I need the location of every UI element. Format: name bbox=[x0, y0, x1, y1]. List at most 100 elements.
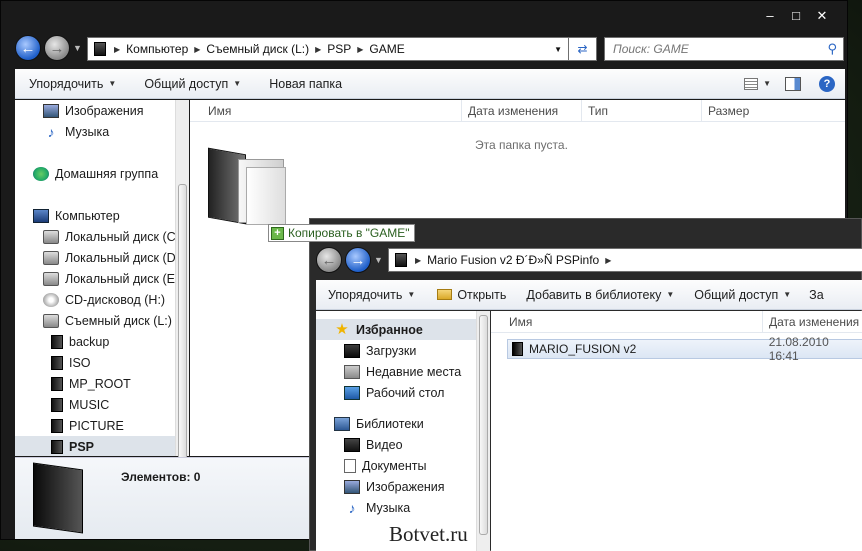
computer-icon bbox=[33, 208, 49, 223]
view-options-button[interactable]: ▼ bbox=[738, 77, 777, 90]
organize-menu[interactable]: Упорядочить ▼ bbox=[316, 288, 427, 302]
column-name[interactable]: Имя bbox=[190, 100, 462, 122]
breadcrumb-game[interactable]: GAME bbox=[369, 42, 404, 56]
nav-item-label: Музыка bbox=[65, 124, 110, 139]
navigation-scrollbar[interactable] bbox=[476, 311, 490, 551]
chevron-down-icon: ▼ bbox=[763, 79, 771, 88]
help-button[interactable]: ? bbox=[809, 75, 845, 92]
column-name[interactable]: Имя bbox=[491, 311, 763, 333]
minimize-button[interactable]: – bbox=[759, 9, 781, 25]
nav-item-локальный-диск-e-[interactable]: Локальный диск (E:) bbox=[15, 268, 175, 289]
nav-item-label: Компьютер bbox=[55, 208, 120, 223]
forward-button[interactable]: → bbox=[345, 247, 371, 273]
nav-item-label: Рабочий стол bbox=[366, 385, 445, 400]
refresh-button[interactable]: ⇄ bbox=[569, 37, 597, 61]
address-bar[interactable]: ▶ Компьютер ▶ Съемный диск (L:) ▶ PSP ▶ GAME… bbox=[87, 37, 569, 61]
nav-item-рабочий-стол[interactable]: Рабочий стол bbox=[316, 382, 476, 403]
column-headers: Имя Дата изменения Тип Размер bbox=[190, 100, 845, 122]
nav-item-music[interactable]: MUSIC bbox=[15, 394, 175, 415]
command-bar: Упорядочить ▼ Общий доступ ▼ Новая папка ▼… bbox=[15, 69, 845, 99]
chevron-down-icon: ▼ bbox=[233, 79, 242, 88]
favorites-header[interactable]: ★ Избранное bbox=[316, 319, 476, 340]
recent-pages-dropdown-icon[interactable]: ▼ bbox=[374, 255, 383, 265]
share-menu[interactable]: Общий доступ ▼ bbox=[130, 77, 255, 91]
nav-item-компьютер[interactable]: Компьютер bbox=[15, 205, 175, 226]
preview-pane-button[interactable] bbox=[777, 76, 809, 91]
file-row[interactable]: MARIO_FUSION v2 21.08.2010 16:41 bbox=[507, 335, 862, 363]
folder-icon bbox=[51, 355, 63, 370]
maximize-button[interactable]: □ bbox=[785, 9, 807, 25]
breadcrumb-psp[interactable]: PSP bbox=[327, 42, 351, 56]
breadcrumb-removable-disk[interactable]: Съемный диск (L:) bbox=[206, 42, 309, 56]
nav-item-label: Недавние места bbox=[366, 364, 462, 379]
nav-item-документы[interactable]: Документы bbox=[316, 455, 476, 476]
address-bar[interactable]: ▶ Mario Fusion v2 Ð´Ð»Ñ PSPinfo ▶ bbox=[388, 248, 862, 272]
new-folder-button[interactable]: Новая папка bbox=[255, 77, 356, 91]
empty-folder-icon bbox=[208, 145, 290, 227]
nav-item-видео[interactable]: Видео bbox=[316, 434, 476, 455]
search-input[interactable] bbox=[613, 42, 843, 56]
nav-item-backup[interactable]: backup bbox=[15, 331, 175, 352]
column-date-modified[interactable]: Дата изменения bbox=[763, 311, 862, 333]
chevron-down-icon: ▼ bbox=[666, 290, 675, 299]
search-box[interactable]: ⚲ bbox=[604, 37, 844, 61]
folder-open-icon bbox=[437, 289, 453, 300]
nav-item-label: PSP bbox=[69, 439, 95, 454]
nav-item-label: Локальный диск (E:) bbox=[65, 271, 175, 286]
nav-item-label: Музыка bbox=[366, 500, 411, 515]
nav-item-музыка[interactable]: ♪ Музыка bbox=[316, 497, 476, 518]
share-menu[interactable]: Общий доступ ▼ bbox=[684, 288, 801, 302]
videos-icon bbox=[344, 437, 360, 452]
nav-item-psp[interactable]: PSP bbox=[15, 436, 175, 456]
scrollbar-thumb[interactable] bbox=[178, 184, 187, 484]
nav-item-label: Локальный диск (D:) bbox=[65, 250, 175, 265]
file-list: MARIO_FUSION v2 21.08.2010 16:41 bbox=[507, 335, 862, 363]
column-date-modified[interactable]: Дата изменения bbox=[462, 100, 582, 122]
scrollbar-thumb[interactable] bbox=[479, 315, 488, 535]
close-button[interactable]: ✕ bbox=[811, 9, 833, 25]
libraries-header[interactable]: Библиотеки bbox=[316, 413, 476, 434]
address-dropdown-icon[interactable]: ▼ bbox=[554, 45, 562, 54]
organize-menu[interactable]: Упорядочить ▼ bbox=[15, 77, 130, 91]
nav-item-музыка[interactable]: ♪ Музыка bbox=[15, 121, 175, 142]
nav-item-домашняя-группа[interactable]: Домашняя группа bbox=[15, 163, 175, 184]
add-to-library-menu[interactable]: Добавить в библиотеку ▼ bbox=[516, 288, 684, 302]
search-icon[interactable]: ⚲ bbox=[827, 41, 837, 57]
back-button[interactable]: ← bbox=[316, 247, 342, 273]
refresh-icon: ⇄ bbox=[577, 42, 588, 56]
nav-item-label: Локальный диск (C:) bbox=[65, 229, 175, 244]
cd-drive-icon bbox=[43, 292, 59, 307]
toolbar-overflow-item[interactable]: За bbox=[801, 288, 832, 302]
breadcrumb-separator-icon: ▶ bbox=[605, 255, 612, 265]
drive-icon bbox=[43, 229, 59, 244]
navigation-scrollbar[interactable] bbox=[175, 100, 189, 484]
open-button[interactable]: Открыть bbox=[427, 288, 516, 302]
nav-item-изображения[interactable]: Изображения bbox=[15, 100, 175, 121]
nav-item-iso[interactable]: ISO bbox=[15, 352, 175, 373]
nav-item-cd-дисковод-h-[interactable]: CD-дисковод (H:) bbox=[15, 289, 175, 310]
back-button[interactable]: ← bbox=[15, 35, 41, 61]
breadcrumb-separator-icon: ▶ bbox=[194, 44, 201, 54]
nav-item-загрузки[interactable]: Загрузки bbox=[316, 340, 476, 361]
nav-item-picture[interactable]: PICTURE bbox=[15, 415, 175, 436]
arrow-left-icon: ← bbox=[20, 39, 36, 57]
favorites-list: Загрузки Недавние места Рабочий стол bbox=[316, 340, 476, 403]
column-size[interactable]: Размер bbox=[702, 100, 845, 122]
nav-item-изображения[interactable]: Изображения bbox=[316, 476, 476, 497]
nav-item-локальный-диск-c-[interactable]: Локальный диск (C:) bbox=[15, 226, 175, 247]
breadcrumb-computer[interactable]: Компьютер bbox=[126, 42, 188, 56]
nav-item-съемный-диск-l-[interactable]: Съемный диск (L:) bbox=[15, 310, 175, 331]
forward-button[interactable]: → bbox=[44, 35, 70, 61]
libraries-list: Видео Документы Изображения ♪ Музыка bbox=[316, 434, 476, 518]
nav-item-mp-root[interactable]: MP_ROOT bbox=[15, 373, 175, 394]
column-type[interactable]: Тип bbox=[582, 100, 702, 122]
recent-pages-dropdown-icon[interactable]: ▼ bbox=[73, 43, 82, 53]
arrow-left-icon: ← bbox=[321, 251, 337, 269]
star-icon: ★ bbox=[335, 320, 349, 338]
nav-item-недавние-места[interactable]: Недавние места bbox=[316, 361, 476, 382]
breadcrumb-current-folder[interactable]: Mario Fusion v2 Ð´Ð»Ñ PSPinfo bbox=[427, 253, 599, 267]
nav-item-локальный-диск-d-[interactable]: Локальный диск (D:) bbox=[15, 247, 175, 268]
file-name: MARIO_FUSION v2 bbox=[528, 342, 637, 356]
view-list-icon bbox=[744, 77, 759, 90]
nav-item-label: Загрузки bbox=[366, 343, 417, 358]
